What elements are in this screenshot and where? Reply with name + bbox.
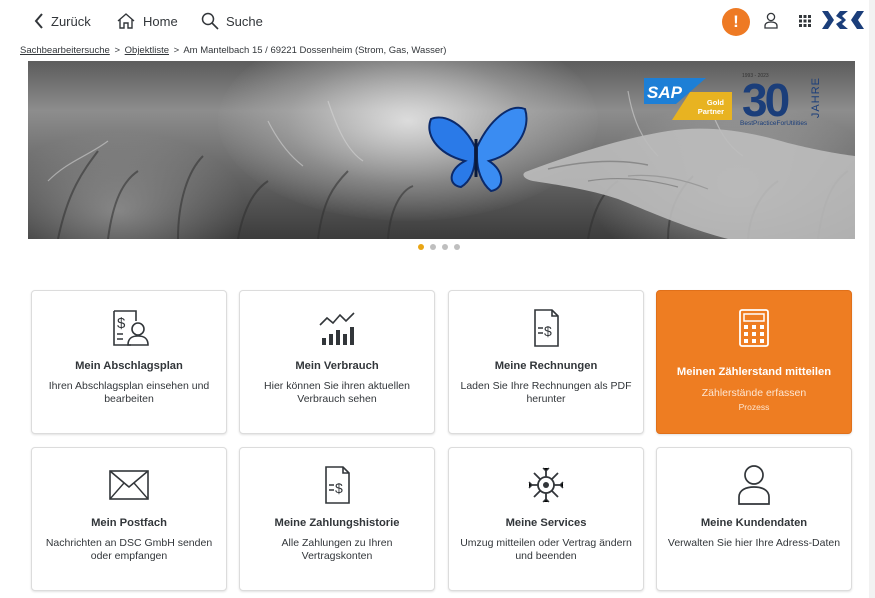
tile-rechnungen[interactable]: $ Meine Rechnungen Laden Sie Ihre Rechnu… [448,290,644,434]
tile-zaehlerstand[interactable]: Meinen Zählerstand mitteilen Zählerständ… [656,290,852,434]
search-icon [201,12,219,30]
chevron-left-icon [34,13,43,29]
tile-title: Mein Abschlagsplan [75,360,183,372]
customer-data-icon [738,465,770,505]
user-icon[interactable] [764,12,778,29]
tile-kundendaten[interactable]: Meine Kundendaten Verwalten Sie hier Ihr… [656,447,852,591]
breadcrumb-current: Am Mantelbach 15 / 69221 Dossenheim (Str… [183,45,447,56]
sap-badge-text: SAP [647,83,683,102]
app-launcher-icon[interactable] [799,15,811,27]
anniversary-number: 30 [742,74,790,126]
tile-services[interactable]: Meine Services Umzug mitteilen oder Vert… [448,447,644,591]
hero-banner: SAP Gold Partner 1993 - 2023 30 JAHRE Be… [28,61,855,239]
tile-subtitle: Umzug mitteilen oder Vertrag ändern und … [460,537,632,562]
search-label: Suche [226,13,263,29]
breadcrumb-link-search[interactable]: Sachbearbeitersuche [20,45,110,56]
carousel-dot-3[interactable] [442,244,448,250]
back-label: Zurück [51,13,91,29]
tile-title: Mein Postfach [91,517,167,529]
tile-title: Meine Rechnungen [494,360,598,372]
notifications-button[interactable]: ! [722,8,750,36]
tile-postfach[interactable]: Mein Postfach Nachrichten an DSC GmbH se… [31,447,227,591]
search-button[interactable]: Suche [201,11,263,31]
tile-subtitle: Laden Sie Ihre Rechnungen als PDF herunt… [460,380,632,405]
tile-verbrauch[interactable]: Mein Verbrauch Hier können Sie ihren akt… [239,290,435,434]
carousel-dot-1[interactable] [418,244,424,250]
tile-abschlagsplan[interactable]: $ Mein Abschlagsplan Ihren Abschlagsplan… [31,290,227,434]
dsc-logo-icon [822,11,864,29]
anniversary-word: JAHRE [810,77,822,119]
tile-title: Meinen Zählerstand mitteilen [676,366,832,378]
tile-subtitle: Hier können Sie ihren aktuellen Verbrauc… [264,380,410,405]
shell-bar: Zurück Home Suche ! [0,0,875,42]
back-button[interactable]: Zurück [34,11,91,31]
carousel-indicator [418,244,460,250]
breadcrumb: Sachbearbeitersuche > Objektliste > Am M… [20,45,446,56]
sap-gold-text: Gold [707,98,724,107]
svg-text:$: $ [335,480,343,496]
tile-process-label: Prozess [738,402,770,412]
payment-plan-icon: $ [113,310,149,346]
consumption-chart-icon [319,312,355,345]
svg-text:$: $ [117,315,126,332]
tile-title: Meine Kundendaten [700,517,808,529]
tile-zahlungshistorie[interactable]: $ Meine Zahlungshistorie Alle Zahlungen … [239,447,435,591]
tile-subtitle: Zählerstände erfassen [701,387,807,399]
home-label: Home [143,13,178,29]
tile-title: Meine Services [505,517,587,529]
home-button[interactable]: Home [116,11,178,31]
svg-text:$: $ [544,323,552,339]
alert-icon: ! [733,12,739,31]
tile-subtitle: Verwalten Sie hier Ihre Adress-Daten [667,537,841,549]
tile-title: Mein Verbrauch [295,360,379,372]
carousel-dot-4[interactable] [454,244,460,250]
tile-subtitle: Nachrichten an DSC GmbH senden oder empf… [45,537,213,562]
tile-subtitle: Ihren Abschlagsplan einsehen und bearbei… [48,380,210,405]
breadcrumb-link-objects[interactable]: Objektliste [125,45,169,56]
breadcrumb-separator: > [173,45,180,56]
breadcrumb-separator: > [114,45,120,56]
sap-partner-text: Partner [698,107,724,116]
tile-title: Meine Zahlungshistorie [274,517,400,529]
carousel-dot-2[interactable] [430,244,436,250]
anniversary-tagline: BestPracticeForUtilities [740,120,808,127]
tile-subtitle: Alle Zahlungen zu Ihren Vertragskonten [281,537,393,562]
payment-history-icon: $ [325,466,350,504]
calculator-icon [739,309,769,347]
page-scrollbar[interactable] [869,0,875,598]
services-icon [528,467,564,503]
envelope-icon [109,470,149,500]
anniversary-badge: 1993 - 2023 30 JAHRE BestPracticeForUtil… [740,71,830,131]
home-icon [117,13,135,29]
sap-gold-partner-badge: SAP Gold Partner [644,78,732,120]
invoice-icon: $ [534,309,559,347]
